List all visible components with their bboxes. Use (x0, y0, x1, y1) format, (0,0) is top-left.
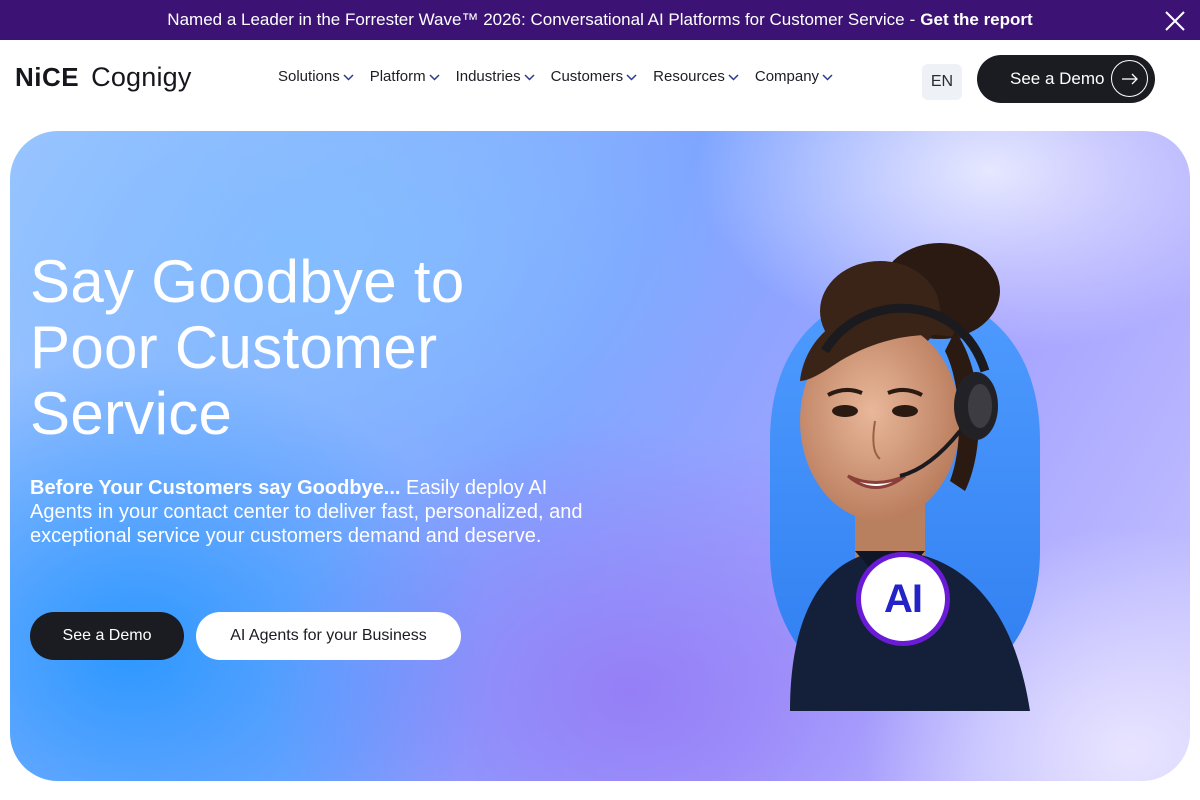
chevron-down-icon (429, 73, 440, 81)
chevron-down-icon (822, 73, 833, 81)
hero-section: Say Goodbye to Poor Customer Service Bef… (10, 131, 1190, 781)
header-demo-button[interactable]: See a Demo (977, 55, 1155, 103)
main-nav: Solutions Platform Industries Customers … (278, 68, 833, 85)
nav-item-customers[interactable]: Customers (551, 68, 638, 85)
announcement-banner: Named a Leader in the Forrester Wave™ 20… (0, 0, 1200, 40)
nav-label: Customers (550, 68, 624, 85)
chevron-down-icon (343, 73, 354, 81)
nav-item-solutions[interactable]: Solutions (278, 68, 354, 85)
logo[interactable]: NiCE Cognigy (15, 62, 192, 94)
chevron-down-icon (728, 73, 739, 81)
arrow-right-icon (1111, 60, 1148, 97)
ai-badge: AI (856, 552, 950, 646)
ai-agents-button[interactable]: AI Agents for your Business (196, 612, 461, 660)
nav-label: Industries (455, 68, 521, 85)
language-selector[interactable]: EN (922, 64, 962, 100)
nav-label: Platform (369, 68, 426, 85)
close-icon[interactable] (1164, 10, 1186, 32)
nav-label: Resources (653, 68, 725, 85)
nav-item-industries[interactable]: Industries (456, 68, 535, 85)
nav-label: Company (754, 68, 820, 85)
chevron-down-icon (524, 73, 535, 81)
nav-item-resources[interactable]: Resources (653, 68, 739, 85)
ai-badge-text: AI (884, 576, 923, 621)
nav-item-company[interactable]: Company (755, 68, 833, 85)
get-report-link[interactable]: Get the report (920, 10, 1032, 30)
hero-subtitle-bold: Before Your Customers say Goodbye... (30, 477, 401, 499)
chevron-down-icon (626, 73, 637, 81)
demo-button-label: See a Demo (1010, 69, 1105, 88)
hero-title: Say Goodbye to Poor Customer Service (30, 248, 465, 447)
banner-text: Named a Leader in the Forrester Wave™ 20… (167, 10, 905, 29)
see-demo-button[interactable]: See a Demo (30, 612, 184, 660)
logo-cognigy: Cognigy (91, 62, 192, 92)
site-header: NiCE Cognigy Solutions Platform Industri… (0, 40, 1200, 130)
hero-subtitle: Before Your Customers say Goodbye... Eas… (30, 476, 590, 548)
nav-item-platform[interactable]: Platform (370, 68, 440, 85)
nav-label: Solutions (278, 68, 340, 85)
banner-separator: - (909, 10, 916, 29)
logo-nice: NiCE (15, 62, 80, 92)
